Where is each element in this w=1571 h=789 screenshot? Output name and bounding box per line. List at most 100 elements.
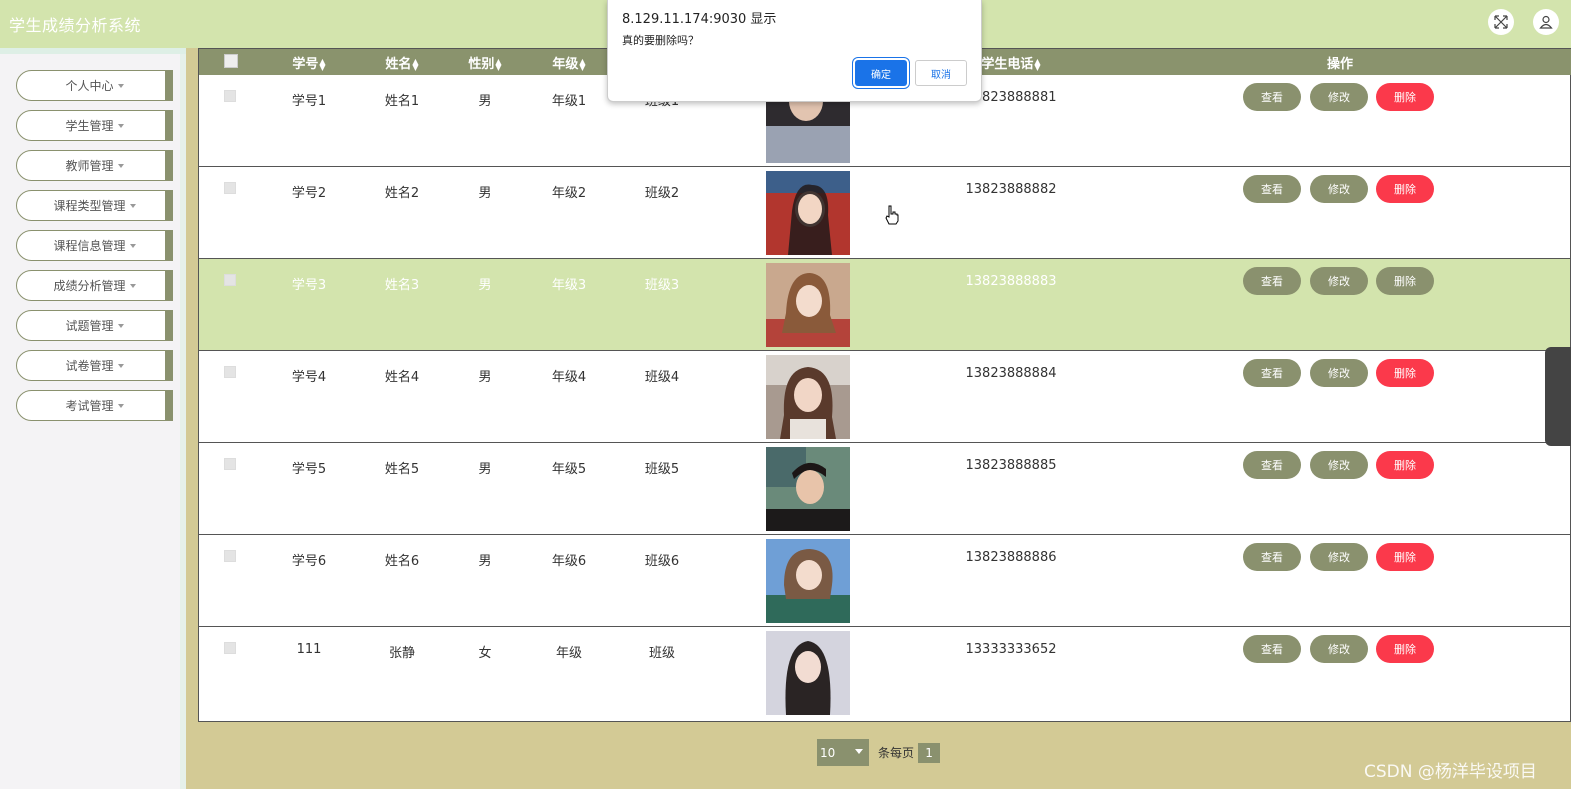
- cell-gender: 女: [478, 646, 492, 661]
- header-id[interactable]: 学号▲ ▼: [292, 53, 325, 72]
- sidebar-item-label: 课程类型管理: [53, 199, 126, 213]
- cancel-button[interactable]: 取消: [915, 60, 967, 86]
- header-gender[interactable]: 性别▲ ▼: [468, 53, 501, 72]
- view-button[interactable]: 查看: [1243, 451, 1301, 479]
- cell-grade: 年级6: [551, 554, 587, 569]
- row-checkbox[interactable]: [224, 458, 236, 470]
- dialog-message: 真的要删除吗？: [622, 34, 699, 47]
- page-number-button[interactable]: 1: [918, 742, 941, 763]
- cell-phone: 13333333652: [965, 642, 1057, 657]
- expand-icon[interactable]: [1488, 9, 1514, 35]
- dialog-origin: 8.129.11.174:9030 显示: [622, 12, 777, 27]
- sidebar-item-accent: [165, 70, 173, 101]
- cell-class: 班级: [648, 646, 676, 661]
- student-table: 学号▲ ▼ 姓名▲ ▼ 性别▲ ▼ 年级▲ ▼ 学生电话▲ ▼ 操作 学号1 姓名1 男 …: [198, 48, 1571, 722]
- edit-button[interactable]: 修改: [1310, 359, 1368, 387]
- delete-button[interactable]: 删除: [1376, 267, 1434, 295]
- student-photo: [766, 171, 850, 255]
- edit-button[interactable]: 修改: [1310, 175, 1368, 203]
- delete-button[interactable]: 删除: [1376, 359, 1434, 387]
- row-checkbox[interactable]: [224, 274, 236, 286]
- row-checkbox[interactable]: [224, 366, 236, 378]
- table-row-highlighted: 学号3 姓名3 男 年级3 班级3 13823888883 查看 修改 删除: [199, 259, 1570, 351]
- sidebar-item-label: 试卷管理: [65, 359, 114, 373]
- row-checkbox[interactable]: [224, 182, 236, 194]
- cell-gender: 男: [478, 94, 492, 109]
- row-checkbox[interactable]: [224, 642, 236, 654]
- delete-button[interactable]: 删除: [1376, 543, 1434, 571]
- row-checkbox[interactable]: [224, 90, 236, 102]
- page-size-select[interactable]: 10: [817, 739, 869, 766]
- cell-phone: 13823888886: [965, 550, 1057, 565]
- cell-grade: 年级: [555, 646, 583, 661]
- select-all-checkbox[interactable]: [224, 54, 238, 68]
- table-row: 学号4 姓名4 男 年级4 班级4 13823888884 查看 修改 删除: [199, 351, 1570, 443]
- sort-icon: ▲ ▼: [319, 56, 326, 72]
- sidebar-item-exams[interactable]: 考试管理: [16, 390, 173, 421]
- sidebar-item-score-analysis[interactable]: 成绩分析管理: [16, 270, 173, 301]
- delete-button[interactable]: 删除: [1376, 451, 1434, 479]
- sort-icon: ▲ ▼: [579, 56, 586, 72]
- sort-icon: ▲ ▼: [412, 56, 419, 72]
- view-button[interactable]: 查看: [1243, 83, 1301, 111]
- edit-button[interactable]: 修改: [1310, 267, 1368, 295]
- cell-name: 姓名4: [384, 370, 420, 385]
- row-checkbox[interactable]: [224, 550, 236, 562]
- sidebar-item-questions[interactable]: 试题管理: [16, 310, 173, 341]
- edit-button[interactable]: 修改: [1310, 451, 1368, 479]
- cell-gender: 男: [478, 370, 492, 385]
- view-button[interactable]: 查看: [1243, 635, 1301, 663]
- sidebar-item-accent: [165, 230, 173, 261]
- sidebar-item-teachers[interactable]: 教师管理: [16, 150, 173, 181]
- edit-button[interactable]: 修改: [1310, 543, 1368, 571]
- header-grade[interactable]: 年级▲ ▼: [552, 53, 585, 72]
- chevron-down-icon: [129, 243, 136, 248]
- cell-id: 学号1: [291, 94, 327, 109]
- header-actions: 操作: [1326, 57, 1354, 72]
- view-button[interactable]: 查看: [1243, 175, 1301, 203]
- cell-id: 学号6: [291, 554, 327, 569]
- sidebar-item-course-types[interactable]: 课程类型管理: [16, 190, 173, 221]
- edit-button[interactable]: 修改: [1310, 635, 1368, 663]
- view-button[interactable]: 查看: [1243, 267, 1301, 295]
- student-photo: [766, 263, 850, 347]
- delete-button[interactable]: 删除: [1376, 83, 1434, 111]
- delete-button[interactable]: 删除: [1376, 635, 1434, 663]
- cell-gender: 男: [478, 554, 492, 569]
- view-button[interactable]: 查看: [1243, 359, 1301, 387]
- cell-gender: 男: [478, 462, 492, 477]
- sidebar-item-papers[interactable]: 试卷管理: [16, 350, 173, 381]
- cell-id: 学号3: [291, 278, 327, 293]
- header-phone[interactable]: 学生电话▲ ▼: [981, 53, 1040, 72]
- cell-grade: 年级2: [551, 186, 587, 201]
- chevron-down-icon: [117, 323, 124, 328]
- sidebar-item-students[interactable]: 学生管理: [16, 110, 173, 141]
- delete-button[interactable]: 删除: [1376, 175, 1434, 203]
- sort-icon: ▲ ▼: [1034, 56, 1041, 72]
- sidebar-item-accent: [165, 310, 173, 341]
- view-button[interactable]: 查看: [1243, 543, 1301, 571]
- confirm-button[interactable]: 确定: [855, 60, 907, 86]
- table-row: 学号5 姓名5 男 年级5 班级5 13823888885 查看 修改 删除: [199, 443, 1570, 535]
- side-drawer-handle[interactable]: [1545, 347, 1571, 446]
- chevron-down-icon: [855, 749, 863, 754]
- cell-gender: 男: [478, 278, 492, 293]
- sidebar-item-label: 成绩分析管理: [53, 279, 126, 293]
- cell-grade: 年级3: [551, 278, 587, 293]
- chevron-down-icon: [117, 163, 124, 168]
- student-photo: [766, 355, 850, 439]
- pagination: 10 条每页 1: [817, 739, 941, 766]
- sidebar-item-accent: [165, 190, 173, 221]
- sidebar-item-label: 试题管理: [65, 319, 114, 333]
- header-name[interactable]: 姓名▲ ▼: [385, 53, 418, 72]
- edit-button[interactable]: 修改: [1310, 83, 1368, 111]
- sidebar-item-label: 课程信息管理: [53, 239, 126, 253]
- header-id-label: 学号: [292, 57, 319, 72]
- chevron-down-icon: [117, 123, 124, 128]
- sidebar-item-label: 个人中心: [65, 79, 114, 93]
- header-name-label: 姓名: [385, 57, 412, 72]
- cell-class: 班级3: [644, 278, 680, 293]
- user-icon[interactable]: [1533, 9, 1559, 35]
- sidebar-item-personal-center[interactable]: 个人中心: [16, 70, 173, 101]
- sidebar-item-course-info[interactable]: 课程信息管理: [16, 230, 173, 261]
